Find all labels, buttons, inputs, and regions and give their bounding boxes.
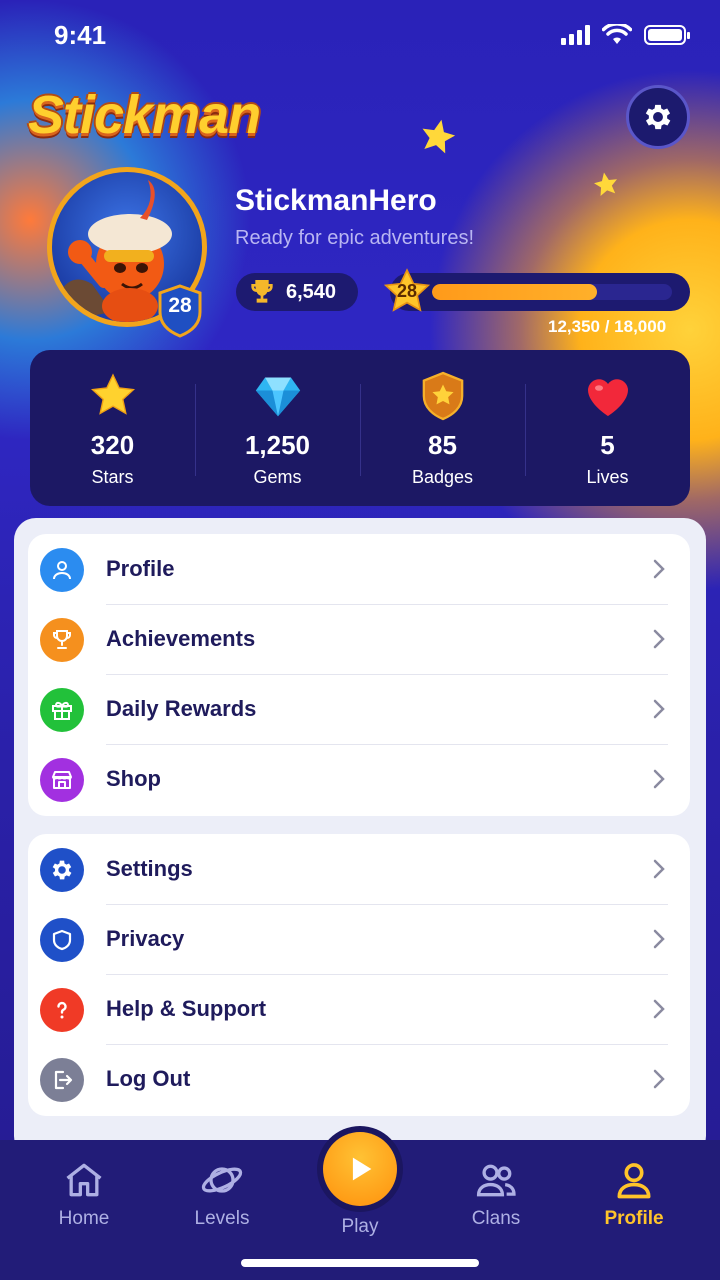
signal-icon xyxy=(561,25,590,45)
stat-gems: 1,250 Gems xyxy=(195,350,360,506)
menu-item-daily-rewards[interactable]: Daily Rewards xyxy=(28,674,690,744)
menu-card-primary: Profile Achievements Daily Rewards Shop xyxy=(28,534,690,816)
badge-icon xyxy=(422,371,463,421)
user-icon xyxy=(40,548,84,592)
stats-panel: 320 Stars 1,250 Gems 85 Badges 5 Lives xyxy=(30,350,690,506)
logout-icon xyxy=(40,1058,84,1102)
xp-level-number: 28 xyxy=(396,281,418,301)
menu-item-shop[interactable]: Shop xyxy=(28,744,690,814)
wifi-icon xyxy=(602,24,632,44)
diamond-icon xyxy=(255,377,300,417)
trophy-count[interactable]: 6,540 xyxy=(236,273,358,311)
stat-stars: 320 Stars xyxy=(30,350,195,506)
users-icon xyxy=(476,1164,516,1197)
home-indicator xyxy=(241,1259,479,1267)
stat-label: Gems xyxy=(253,467,302,487)
user-icon xyxy=(617,1163,651,1199)
menu-card-secondary: Settings Privacy Help & Support Log Out xyxy=(28,834,690,1116)
star-icon xyxy=(90,373,135,415)
gear-icon xyxy=(40,848,84,892)
home-icon xyxy=(66,1163,102,1197)
battery-icon xyxy=(644,25,690,45)
sparkle-star-icon xyxy=(422,119,456,154)
menu-item-log-out[interactable]: Log Out xyxy=(28,1044,690,1114)
chevron-right-icon xyxy=(653,769,665,789)
xp-progress-bar: 28 xyxy=(383,268,690,312)
menu-item-label: Settings xyxy=(106,856,193,881)
menu-item-achievements[interactable]: Achievements xyxy=(28,604,690,674)
nav-clans[interactable]: Clans xyxy=(436,1158,556,1230)
play-button[interactable] xyxy=(317,1126,403,1212)
menu-item-label: Profile xyxy=(106,556,175,581)
level-star-badge: 28 xyxy=(382,267,432,317)
menu-item-label: Daily Rewards xyxy=(106,696,257,721)
question-icon xyxy=(40,988,84,1032)
trophy-icon xyxy=(251,280,273,303)
menu-item-label: Shop xyxy=(106,766,161,791)
nav-label: Levels xyxy=(194,1208,250,1229)
nav-label: Home xyxy=(58,1208,110,1229)
menu-item-label: Privacy xyxy=(106,926,185,951)
nav-play-label: Play xyxy=(341,1216,379,1237)
menu-item-profile[interactable]: Profile xyxy=(28,534,690,604)
heart-icon xyxy=(587,379,628,416)
nav-label: Profile xyxy=(604,1208,664,1229)
gift-icon xyxy=(40,688,84,732)
shield-icon xyxy=(40,918,84,962)
play-icon xyxy=(352,1157,372,1181)
app-logo: Stickman xyxy=(28,85,261,145)
chevron-right-icon xyxy=(653,629,665,649)
menu-item-settings[interactable]: Settings xyxy=(28,834,690,904)
gear-icon xyxy=(645,104,671,130)
nav-profile[interactable]: Profile xyxy=(574,1158,694,1230)
menu-item-label: Log Out xyxy=(106,1066,191,1091)
stat-label: Stars xyxy=(91,467,134,487)
stat-label: Badges xyxy=(411,467,474,487)
chevron-right-icon xyxy=(653,559,665,579)
store-icon xyxy=(40,758,84,802)
chevron-right-icon xyxy=(653,929,665,949)
sparkle-star-icon xyxy=(594,172,618,196)
chevron-right-icon xyxy=(653,859,665,879)
chevron-right-icon xyxy=(653,999,665,1019)
nav-levels[interactable]: Levels xyxy=(162,1158,282,1230)
planet-icon xyxy=(201,1167,243,1193)
stat-value: 320 xyxy=(90,430,135,460)
stat-value: 5 xyxy=(600,430,615,460)
status-bar: 9:41 xyxy=(0,18,720,54)
stat-label: Lives xyxy=(586,467,629,487)
status-time: 9:41 xyxy=(54,20,107,50)
menu-item-label: Achievements xyxy=(106,626,256,651)
level-number: 28 xyxy=(168,294,192,317)
xp-fill xyxy=(432,284,597,300)
chevron-right-icon xyxy=(653,1069,665,1089)
player-name: StickmanHero xyxy=(235,184,437,217)
player-tagline: Ready for epic adventures! xyxy=(235,227,475,249)
menu-item-label: Help & Support xyxy=(106,996,267,1021)
settings-button[interactable] xyxy=(626,85,690,149)
chevron-right-icon xyxy=(653,699,665,719)
trophy-icon xyxy=(40,618,84,662)
stat-lives: 5 Lives xyxy=(525,350,690,506)
xp-text: 12,350 / 18,000 xyxy=(548,317,667,336)
menu-item-privacy[interactable]: Privacy xyxy=(28,904,690,974)
menu-item-help-support[interactable]: Help & Support xyxy=(28,974,690,1044)
stat-value: 1,250 xyxy=(244,430,311,460)
level-badge: 28 xyxy=(156,284,204,338)
nav-home[interactable]: Home xyxy=(24,1158,144,1230)
stat-badges: 85 Badges xyxy=(360,350,525,506)
nav-label: Clans xyxy=(471,1208,521,1229)
trophy-value: 6,540 xyxy=(286,280,337,303)
stat-value: 85 xyxy=(428,430,457,460)
